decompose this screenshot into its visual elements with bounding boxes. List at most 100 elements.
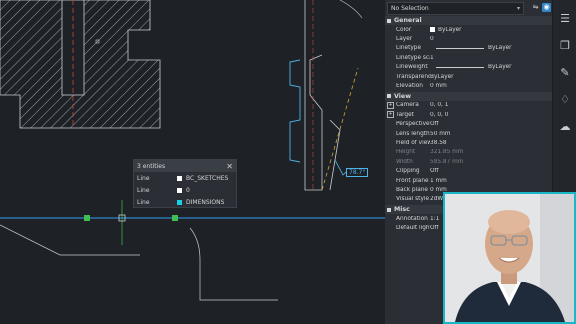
property-row[interactable]: Lens length 50 mm	[385, 129, 552, 138]
property-value[interactable]: 0 mm	[430, 83, 552, 89]
property-row[interactable]: Lineweight ByLayer	[385, 63, 552, 72]
property-value[interactable]: ByLayer	[430, 74, 552, 80]
collapse-icon[interactable]	[387, 207, 391, 212]
presenter-video	[445, 194, 574, 322]
property-row[interactable]: Color ByLayer	[385, 25, 552, 34]
property-value[interactable]: ByLayer	[430, 64, 552, 70]
property-value[interactable]: Off	[430, 168, 552, 174]
select-filter-icon[interactable]: ⇋	[531, 3, 540, 12]
property-row[interactable]: Layer 0	[385, 34, 552, 43]
entity-layer: 0	[186, 186, 190, 194]
entity-row[interactable]: Line DIMENSIONS	[134, 196, 236, 208]
bulb-icon[interactable]: ♢	[557, 92, 573, 108]
property-value-text: 321.85 mm	[430, 149, 464, 156]
property-value[interactable]: 0, 0, 0	[430, 112, 552, 118]
bracket-part	[289, 0, 363, 191]
eye-icon[interactable]: ◉	[542, 3, 551, 12]
expand-icon[interactable]: +	[387, 101, 394, 109]
section-general[interactable]: General	[385, 16, 552, 25]
expand-icon[interactable]: +	[387, 111, 394, 119]
property-label: Linetype	[396, 45, 422, 52]
cloud-icon[interactable]: ☁	[557, 119, 573, 135]
property-value[interactable]: 0, 0, 1	[430, 102, 552, 108]
close-icon[interactable]: ✕	[226, 162, 233, 171]
property-value-text: ByLayer	[488, 64, 512, 71]
property-value[interactable]: 0	[430, 36, 552, 42]
color-swatch	[177, 187, 182, 193]
property-label: Clipping	[396, 168, 420, 175]
property-label: Lineweight	[396, 64, 428, 71]
popup-header: 3 entities ✕	[134, 160, 236, 172]
pen-icon[interactable]: ✎	[557, 65, 573, 81]
property-value[interactable]: 38.58	[430, 140, 552, 146]
property-label: Camera	[396, 102, 419, 109]
property-row[interactable]: Perspective Off	[385, 120, 552, 129]
property-label: Perspective	[396, 121, 430, 128]
property-row[interactable]: Front plane 1 mm	[385, 176, 552, 185]
section-view[interactable]: View	[385, 91, 552, 101]
sliders-icon[interactable]: ☰	[557, 11, 573, 27]
property-row[interactable]: Linetype scale1	[385, 53, 552, 62]
property-label: Field of view	[396, 139, 430, 146]
entities-popup[interactable]: 3 entities ✕ Line BC_SKETCHES Line 0 Lin…	[133, 159, 237, 208]
property-row[interactable]: + Target 0, 0, 0	[385, 110, 552, 119]
property-row[interactable]: Width 585.87 mm	[385, 157, 552, 166]
property-value-text: 0, 0, 0	[430, 111, 449, 118]
color-swatch	[177, 175, 182, 181]
property-label: Front plane	[396, 177, 429, 184]
property-value-text: 1 mm	[430, 177, 447, 184]
property-value-text: Off	[430, 121, 439, 128]
line-preview	[436, 47, 484, 49]
collapse-icon[interactable]	[387, 94, 391, 99]
property-row[interactable]: Elevation 0 mm	[385, 81, 552, 90]
panel-toolbar: ⇋ ◉	[531, 3, 551, 12]
property-value[interactable]: ByLayer	[430, 45, 552, 51]
property-value-text: 0 mm	[430, 83, 447, 90]
property-value-text: 0	[430, 36, 434, 43]
entity-type: Line	[137, 174, 150, 182]
chevron-down-icon: ▾	[516, 5, 520, 12]
property-value[interactable]: 50 mm	[430, 131, 552, 137]
property-value[interactable]: 1 mm	[430, 178, 552, 184]
property-label: Target	[396, 111, 414, 118]
color-swatch	[177, 199, 182, 205]
property-value[interactable]: 585.87 mm	[430, 159, 552, 165]
entity-type: Line	[137, 198, 150, 206]
property-value-text: Off	[430, 225, 439, 232]
property-value[interactable]: 321.85 mm	[430, 149, 552, 155]
entity-layer: DIMENSIONS	[186, 198, 225, 206]
hatched-part-left	[0, 0, 161, 129]
property-row[interactable]: Height 321.85 mm	[385, 148, 552, 157]
property-value[interactable]: Off	[430, 121, 552, 127]
section-title: View	[394, 92, 412, 100]
property-label: Linetype scale	[396, 54, 430, 61]
webcam-overlay	[443, 192, 576, 324]
layers-icon[interactable]: ❒	[557, 38, 573, 54]
property-value-text: Off	[430, 168, 439, 175]
property-row[interactable]: Clipping Off	[385, 166, 552, 175]
property-value-text: ByLayer	[488, 45, 512, 52]
property-value-text: 585.87 mm	[430, 158, 464, 165]
property-value-text: ByLayer	[430, 73, 454, 80]
property-row[interactable]: TransparencyByLayer	[385, 72, 552, 81]
property-label: Back plane	[396, 186, 428, 193]
property-label: Annotation scale	[396, 215, 430, 222]
section-title: General	[394, 17, 422, 24]
property-row[interactable]: Field of view 38.58	[385, 138, 552, 147]
selection-dropdown[interactable]: No Selection ▾	[387, 2, 524, 15]
property-value-text: 1:1	[430, 215, 440, 222]
collapse-icon[interactable]	[387, 18, 391, 23]
property-row[interactable]: Linetype ByLayer	[385, 44, 552, 53]
property-row[interactable]: + Camera 0, 0, 1	[385, 101, 552, 110]
color-swatch	[430, 27, 435, 33]
property-value[interactable]: ByLayer	[430, 27, 552, 33]
entity-row[interactable]: Line BC_SKETCHES	[134, 172, 236, 184]
property-value-text: ByLayer	[438, 26, 462, 33]
property-label: Visual style	[396, 196, 430, 203]
dimension-label[interactable]: 78.7°	[346, 168, 369, 177]
property-label: Height	[396, 149, 416, 156]
line-preview	[436, 66, 484, 68]
property-value[interactable]: 1	[430, 55, 552, 61]
property-value-text: 38.58	[430, 139, 447, 146]
entity-row[interactable]: Line 0	[134, 184, 236, 196]
